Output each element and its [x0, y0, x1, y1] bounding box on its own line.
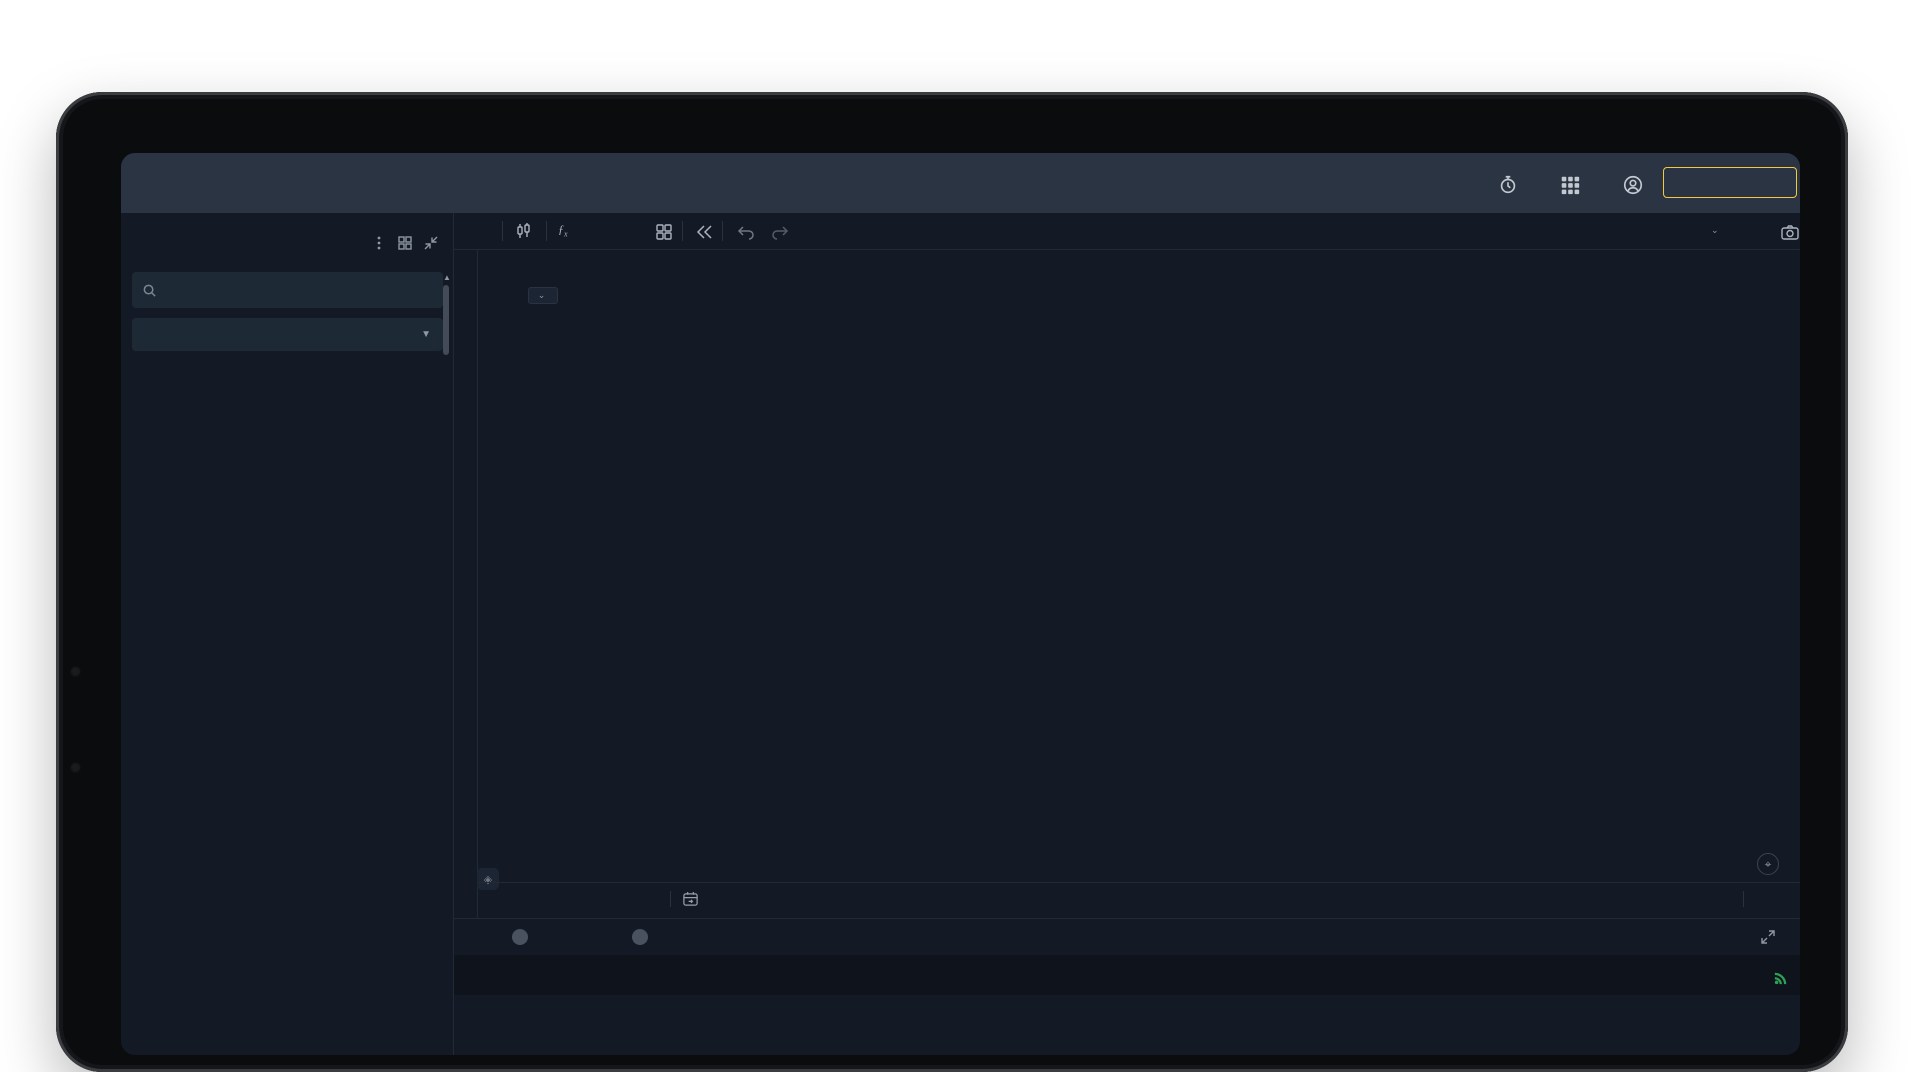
- open-count-badge: [512, 929, 528, 945]
- tab-open[interactable]: [505, 929, 528, 945]
- search-input[interactable]: [165, 283, 405, 298]
- search-box[interactable]: [132, 272, 443, 308]
- chevron-down-icon: ⌄: [538, 290, 546, 301]
- scroll-to-realtime-button[interactable]: ⌖: [1757, 853, 1779, 875]
- chevron-down-icon: ▼: [421, 329, 431, 340]
- redo-icon[interactable]: [770, 222, 790, 242]
- grid-view-icon[interactable]: [397, 235, 413, 251]
- account-person-icon[interactable]: [1622, 174, 1644, 196]
- filter-dropdown[interactable]: ▼: [132, 318, 443, 351]
- timeframe-bar: [478, 882, 1800, 918]
- undo-icon[interactable]: [736, 222, 756, 242]
- pending-count-badge: [632, 929, 648, 945]
- kebab-menu-icon[interactable]: [371, 235, 387, 251]
- save-button[interactable]: ⌄: [1711, 222, 1719, 236]
- sidebar-scrollbar[interactable]: ▲: [443, 273, 451, 513]
- go-to-date-icon[interactable]: [682, 891, 699, 908]
- account-stats-bar: [454, 955, 1800, 995]
- scrollbar-thumb[interactable]: [443, 285, 449, 355]
- indicators-collapsed-badge[interactable]: ⌄: [528, 287, 558, 304]
- app-screen: ▼ ▲ ƒx: [121, 153, 1800, 1055]
- instruments-panel: ▼ ▲: [121, 213, 454, 1055]
- positions-panel: [454, 918, 1800, 955]
- search-icon: [142, 283, 157, 298]
- expand-panel-icon[interactable]: [1760, 929, 1776, 945]
- bezel-button: [70, 762, 81, 773]
- chart-toolbar: ƒx ⌄ ↑: [454, 213, 1800, 250]
- top-header: [121, 153, 1800, 213]
- tab-pending[interactable]: [625, 929, 648, 945]
- collapse-panel-icon[interactable]: [423, 235, 439, 251]
- drawing-toolbar: [454, 250, 478, 995]
- instrument-list: [121, 390, 454, 1055]
- account-summary[interactable]: [1277, 165, 1285, 181]
- layout-grid-icon[interactable]: [654, 222, 674, 242]
- deposit-button[interactable]: [1663, 167, 1797, 198]
- stopwatch-icon[interactable]: [1497, 174, 1519, 196]
- connection-signal-icon: [1774, 971, 1788, 985]
- scroll-up-icon[interactable]: ▲: [443, 273, 451, 282]
- tablet-frame: ▼ ▲ ƒx: [56, 92, 1848, 1072]
- candle-style-icon[interactable]: [514, 221, 534, 241]
- apps-grid-icon[interactable]: [1559, 174, 1581, 196]
- camera-icon[interactable]: [1780, 222, 1800, 242]
- fx-icon[interactable]: ƒx: [558, 222, 568, 238]
- price-chart-canvas[interactable]: [478, 247, 1800, 918]
- replay-icon[interactable]: [694, 222, 714, 242]
- bezel-button: [70, 666, 81, 677]
